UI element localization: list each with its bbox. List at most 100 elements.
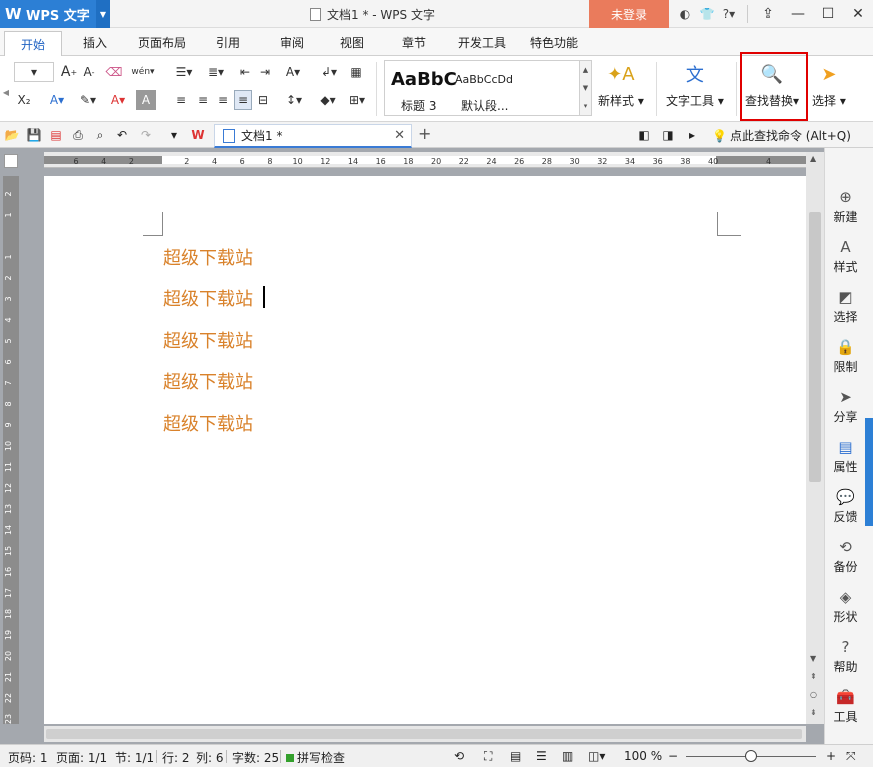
horizontal-scrollbar[interactable]: [44, 726, 806, 742]
numbered-list-icon[interactable]: ≣▾: [202, 62, 230, 82]
save-icon[interactable]: 💾: [26, 127, 42, 143]
style-gallery-scroll[interactable]: ▲ ▼ ▾: [580, 60, 592, 116]
shirt-icon[interactable]: 👕: [696, 7, 718, 21]
layout-icon-3[interactable]: ▸: [684, 127, 700, 143]
text-direction-icon[interactable]: A▾: [280, 62, 306, 82]
skin-icon[interactable]: ◐: [674, 7, 696, 21]
fill-color-icon[interactable]: ◆▾: [314, 90, 342, 110]
wps-home-icon[interactable]: W: [190, 127, 206, 143]
clear-format-icon[interactable]: ⌫: [104, 62, 124, 82]
char-shading-icon[interactable]: A: [136, 90, 156, 110]
zoom-slider-thumb[interactable]: [745, 750, 757, 762]
pdf-export-icon[interactable]: ▤: [48, 127, 64, 143]
tab-insert[interactable]: 插入: [83, 34, 107, 51]
new-style-button[interactable]: ✦A 新样式 ▾: [598, 60, 644, 109]
new-tab-icon[interactable]: +: [418, 124, 431, 143]
line-spacing-icon[interactable]: ↕▾: [280, 90, 308, 110]
line-break-icon[interactable]: ↲▾: [316, 62, 342, 82]
outline-view-icon[interactable]: ☰: [536, 749, 547, 763]
fit-page-icon[interactable]: ⤧: [846, 749, 856, 764]
highlight-icon[interactable]: ✎▾: [74, 90, 102, 110]
layout-icon-2[interactable]: ◨: [660, 127, 676, 143]
document-line[interactable]: 超级下载站: [163, 368, 253, 394]
status-row[interactable]: 行: 2: [162, 749, 190, 766]
status-pages[interactable]: 页面: 1/1: [56, 749, 107, 766]
sidebar-item-tools[interactable]: 🧰 工具: [825, 688, 866, 725]
spellcheck-toggle[interactable]: 拼写检查: [286, 749, 345, 766]
status-column[interactable]: 列: 6: [196, 749, 224, 766]
customize-chevron-icon[interactable]: ▾: [166, 127, 182, 143]
tab-start[interactable]: 开始: [4, 31, 63, 57]
increase-indent-icon[interactable]: ⇥: [256, 62, 274, 82]
tab-stop-selector[interactable]: [4, 154, 18, 168]
app-menu-button[interactable]: W WPS 文字 ▼: [0, 0, 110, 28]
document-line[interactable]: 超级下载站: [163, 327, 253, 353]
close-button[interactable]: ✕: [843, 0, 873, 28]
sidebar-item-restrict[interactable]: 🔒 限制: [825, 338, 866, 375]
reading-view-icon[interactable]: ▥: [562, 749, 573, 763]
sidebar-item-select[interactable]: ◩ 选择: [825, 288, 866, 325]
command-search-hint[interactable]: 💡 点此查找命令 (Alt+Q): [712, 127, 851, 144]
align-right-icon[interactable]: ≡: [214, 90, 232, 110]
history-icon[interactable]: ⟲: [454, 749, 464, 763]
full-screen-icon[interactable]: ⛶: [484, 749, 492, 764]
close-tab-icon[interactable]: ✕: [394, 128, 405, 143]
justify-icon[interactable]: ≡: [234, 90, 252, 110]
font-color-icon[interactable]: A▾: [104, 90, 132, 110]
subscript-icon[interactable]: X₂: [14, 90, 34, 110]
horizontal-ruler[interactable]: 6 4 2 2 4 6 8 10 12 14 16 18 20 22 24 26 28 30 32 34 36 38 40 4: [44, 152, 806, 168]
distribute-icon[interactable]: ⊟: [254, 90, 272, 110]
vertical-ruler[interactable]: 2 1 1 2 3 4 5 6 7 8 9 10 11 12 13 14 15 16 17 18 19 20 21 22 23: [3, 176, 19, 724]
layout-icon-1[interactable]: ◧: [636, 127, 652, 143]
select-button[interactable]: ➤ 选择 ▾: [812, 60, 846, 109]
web-view-icon[interactable]: ◫▾: [588, 749, 605, 763]
align-center-icon[interactable]: ≡: [194, 90, 212, 110]
print-icon[interactable]: ⎙: [70, 127, 86, 143]
sidebar-item-shape[interactable]: ◈ 形状: [825, 588, 866, 625]
font-size-select[interactable]: ▾: [14, 62, 54, 82]
tab-chapter[interactable]: 章节: [402, 34, 426, 51]
maximize-button[interactable]: ☐: [813, 0, 843, 28]
bullet-list-icon[interactable]: ☰▾: [170, 62, 198, 82]
tab-special[interactable]: 特色功能: [530, 34, 578, 51]
style-gallery[interactable]: AaBbC AaBbCcDd 标题 3 默认段...: [384, 60, 580, 116]
chevron-down-icon[interactable]: ▼: [96, 0, 110, 28]
tab-view[interactable]: 视图: [340, 34, 364, 51]
border-icon[interactable]: ⊞▾: [344, 90, 370, 110]
document-tab[interactable]: 文档1 * ✕: [214, 124, 412, 148]
sidebar-item-style[interactable]: A 样式: [825, 238, 866, 275]
sidebar-item-feedback[interactable]: 💬 反馈: [825, 488, 866, 525]
document-line[interactable]: 超级下载站: [163, 410, 253, 436]
document-page[interactable]: 超级下载站 超级下载站 超级下载站 超级下载站 超级下载站: [44, 176, 806, 724]
document-line[interactable]: 超级下载站: [163, 285, 253, 311]
redo-icon[interactable]: ↷: [138, 127, 154, 143]
vertical-scrollbar[interactable]: ▲ ▼ ⇞ ○ ⇟: [806, 152, 824, 724]
login-button[interactable]: 未登录: [589, 0, 669, 28]
next-page-icon[interactable]: ⇟: [810, 708, 817, 717]
tab-page-layout[interactable]: 页面布局: [138, 34, 186, 51]
tab-developer[interactable]: 开发工具: [458, 34, 506, 51]
align-left-icon[interactable]: ≡: [172, 90, 190, 110]
minimize-button[interactable]: —: [783, 0, 813, 28]
page-view-icon[interactable]: ▤: [510, 749, 521, 763]
phonetic-button[interactable]: wén ▾: [130, 62, 156, 82]
vertical-scroll-thumb[interactable]: [809, 212, 821, 482]
sidebar-item-backup[interactable]: ⟲ 备份: [825, 538, 866, 575]
text-tools-button[interactable]: 文 文字工具 ▾: [666, 60, 724, 109]
sidebar-item-properties[interactable]: ▤ 属性: [825, 438, 866, 475]
sidebar-item-help[interactable]: ? 帮助: [825, 638, 866, 675]
sidebar-item-share[interactable]: ➤ 分享: [825, 388, 866, 425]
status-word-count[interactable]: 字数: 25: [232, 749, 279, 766]
zoom-level[interactable]: 100 %: [624, 749, 662, 763]
zoom-in-icon[interactable]: +: [826, 749, 836, 763]
tab-review[interactable]: 审阅: [280, 34, 304, 51]
text-effect-icon[interactable]: A▾: [44, 90, 70, 110]
sidebar-item-new[interactable]: ⊕ 新建: [825, 188, 866, 225]
zoom-out-icon[interactable]: −: [668, 749, 678, 763]
help-button[interactable]: ?▾: [718, 7, 740, 21]
font-shrink-button[interactable]: A-: [80, 62, 98, 82]
document-line[interactable]: 超级下载站: [163, 244, 253, 270]
status-section[interactable]: 节: 1/1: [115, 749, 154, 766]
font-grow-button[interactable]: A +: [60, 62, 78, 82]
undo-icon[interactable]: ↶: [114, 127, 130, 143]
